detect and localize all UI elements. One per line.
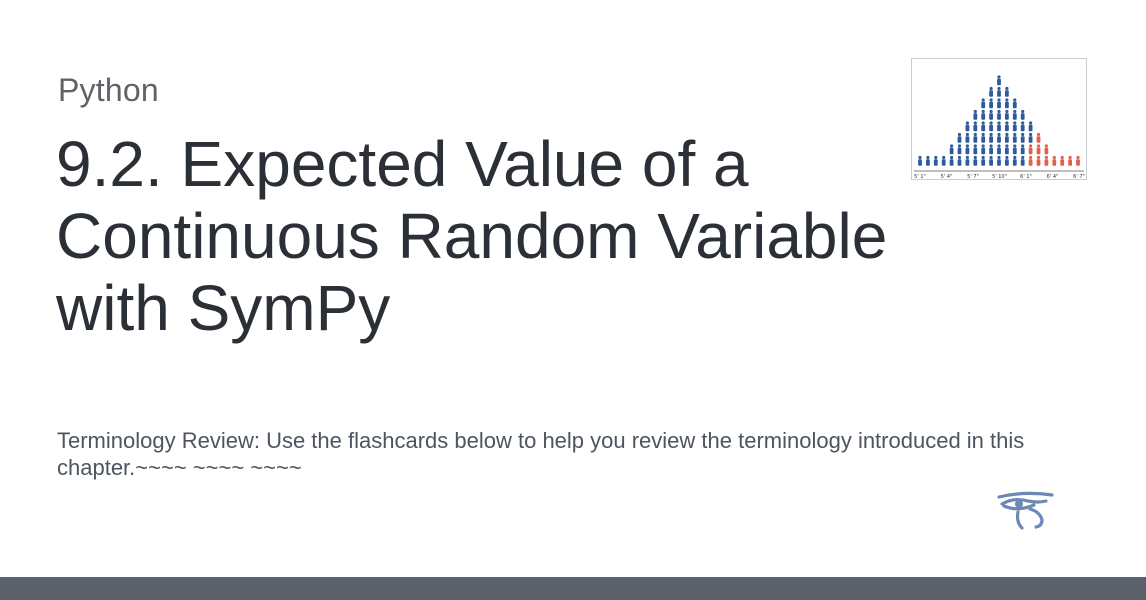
person-icon [1028,144,1033,155]
person-icon [989,109,993,120]
person-icon [1044,155,1049,166]
person-icon [989,98,993,109]
person-icon [1005,155,1009,166]
person-icon [981,155,986,166]
axis-tick-label: 6' 7" [1073,174,1085,179]
axis-tick-label: 5' 4" [941,174,953,179]
person-icon [918,155,922,166]
person-icon [973,109,978,120]
person-icon [989,86,993,97]
person-icon [1068,155,1072,166]
person-icon [1012,121,1017,132]
person-icon [997,132,1001,143]
bottom-bar [0,577,1146,600]
person-icon [1076,155,1080,166]
axis-tick-label: 6' 1" [1020,174,1032,179]
person-icon [981,109,986,120]
person-icon [1020,132,1025,143]
person-icon [997,155,1001,166]
axis-tick-label: 6' 4" [1047,174,1059,179]
person-icon [1012,155,1017,166]
social-preview-card: Python 9.2. Expected Value of a Continuo… [0,0,1146,600]
person-icon [973,155,978,166]
person-icon [1012,132,1017,143]
person-icon [989,144,993,155]
person-icon [1060,155,1065,166]
person-icon [957,132,962,143]
category-label: Python [58,72,159,108]
person-icon [997,144,1001,155]
person-icon [989,132,993,143]
person-icon [1020,121,1025,132]
person-icon [1005,121,1009,132]
height-distribution-pictogram-icon: 5' 1" 5' 4" 5' 7" 5' 10" 6' 1" 6' 4" 6' 7" [914,75,1085,179]
person-icon [997,121,1001,132]
person-icon [997,109,1001,120]
person-icon [1005,132,1009,143]
person-icon [957,144,962,155]
person-icon [1005,109,1009,120]
person-icon [989,155,993,166]
person-icon [965,155,970,166]
axis-tick-label: 5' 7" [967,174,979,179]
person-icon [1044,144,1049,155]
person-icon [1028,121,1033,132]
person-icon [1028,132,1033,143]
person-icon [973,132,978,143]
person-icon [965,144,970,155]
person-icon [1005,144,1009,155]
person-icon [1028,155,1033,166]
person-icon [926,155,930,166]
person-icon [1020,155,1025,166]
person-icon [981,121,986,132]
person-icon [1036,132,1041,143]
person-icon [973,121,978,132]
person-icon [989,121,993,132]
person-icon [1005,86,1009,97]
axis-tick-label: 5' 1" [914,174,926,179]
person-icon [1012,98,1017,109]
person-icon [933,155,938,166]
person-icon [1005,98,1009,109]
person-icon [1012,109,1017,120]
person-icon [997,75,1001,86]
person-icon [941,155,946,166]
person-icon [1036,144,1041,155]
person-icon [1052,155,1057,166]
person-icon [965,121,970,132]
eye-of-horus-icon [996,490,1054,532]
person-icon [997,98,1001,109]
person-icon [981,98,986,109]
person-icon [957,155,962,166]
person-icon [1020,144,1025,155]
thumbnail-image: 5' 1" 5' 4" 5' 7" 5' 10" 6' 1" 6' 4" 6' 7" [911,58,1087,180]
axis-tick-label: 5' 10" [992,174,1007,179]
person-icon [1012,144,1017,155]
person-icon [1036,155,1041,166]
person-icon [1020,109,1025,120]
person-icon [997,86,1001,97]
person-icon [965,132,970,143]
page-description: Terminology Review: Use the flashcards b… [57,428,1025,480]
person-icon [981,144,986,155]
person-icon [981,132,986,143]
person-icon [973,144,978,155]
page-title: 9.2. Expected Value of a Continuous Rand… [56,128,888,344]
person-icon [949,144,954,155]
person-icon [949,155,954,166]
